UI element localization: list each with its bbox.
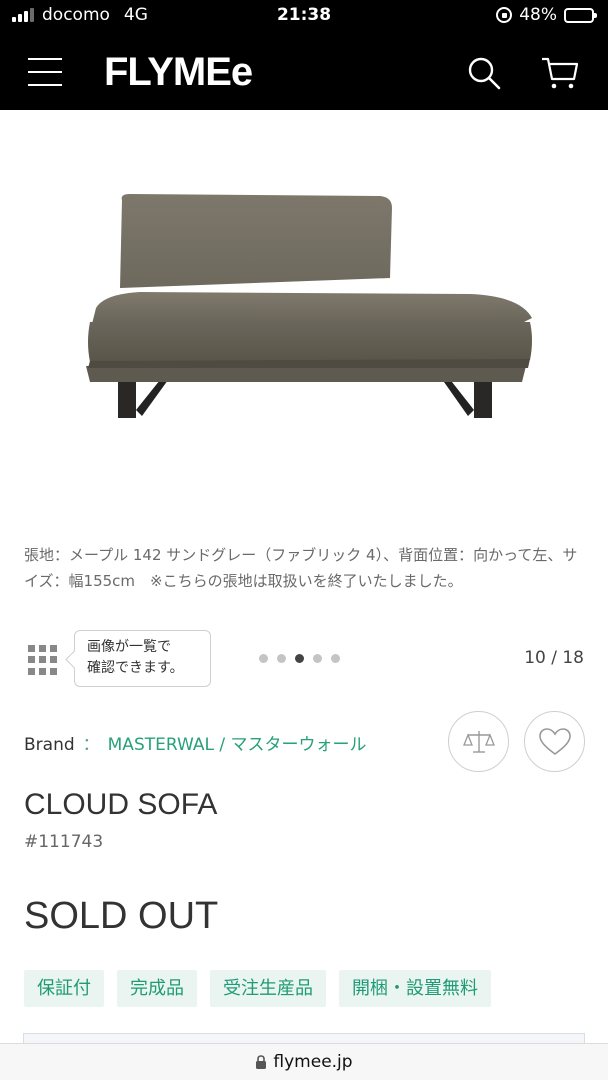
brand-link[interactable]: MASTERWAL / マスターウォール	[108, 735, 367, 755]
battery-icon	[564, 7, 597, 23]
sofa-illustration	[86, 194, 532, 418]
pagination-dot[interactable]	[313, 654, 322, 663]
status-right: 48%	[496, 5, 597, 25]
url-domain: flymee.jp	[273, 1052, 353, 1072]
heart-icon	[538, 727, 571, 755]
hamburger-menu-icon[interactable]	[28, 58, 62, 86]
product-name: CLOUD SOFA	[24, 788, 218, 821]
rotation-lock-icon	[496, 7, 513, 23]
lock-icon	[256, 1054, 267, 1069]
pagination-dot[interactable]	[259, 654, 268, 663]
image-pagination-dots	[259, 654, 340, 663]
pagination-dot-active[interactable]	[295, 654, 304, 663]
site-logo[interactable]: FLYMEe	[104, 50, 253, 95]
image-caption: 張地：メープル 142 サンドグレー（ファブリック 4）、背面位置：向かって左、…	[24, 546, 578, 590]
favorite-button[interactable]	[524, 711, 585, 772]
balance-scale-icon	[462, 730, 495, 753]
tag-free-setup: 開梱・設置無料	[339, 970, 491, 1007]
tag-warranty: 保証付	[24, 970, 104, 1007]
tooltip-line-1: 画像が一覧で	[87, 639, 171, 655]
brand-row: Brand ： MASTERWAL / マスターウォール	[24, 730, 367, 755]
tag-made-to-order: 受注生産品	[210, 970, 326, 1007]
brand-separator: ：	[82, 735, 100, 755]
battery-percent: 48%	[519, 5, 557, 25]
image-counter: 10 / 18	[524, 648, 584, 668]
app-header: FLYMEe	[0, 34, 608, 110]
product-image[interactable]	[0, 110, 608, 530]
pagination-dot[interactable]	[331, 654, 340, 663]
feature-tags: 保証付 完成品 受注生産品 開梱・設置無料	[24, 970, 491, 1007]
grid-tooltip: 画像が一覧で 確認できます。	[74, 630, 211, 687]
search-icon[interactable]	[466, 55, 502, 91]
product-code: #111743	[24, 832, 104, 852]
tooltip-line-2: 確認できます。	[87, 660, 184, 676]
pagination-dot[interactable]	[277, 654, 286, 663]
cart-icon[interactable]	[540, 55, 580, 91]
tag-assembled: 完成品	[117, 970, 197, 1007]
sold-out-status: SOLD OUT	[24, 895, 219, 937]
status-bar: docomo 4G 21:38 48%	[0, 0, 608, 34]
brand-label: Brand	[24, 735, 75, 755]
browser-url-bar[interactable]: flymee.jp	[0, 1043, 608, 1080]
grid-view-icon[interactable]	[28, 645, 58, 675]
compare-button[interactable]	[448, 711, 509, 772]
